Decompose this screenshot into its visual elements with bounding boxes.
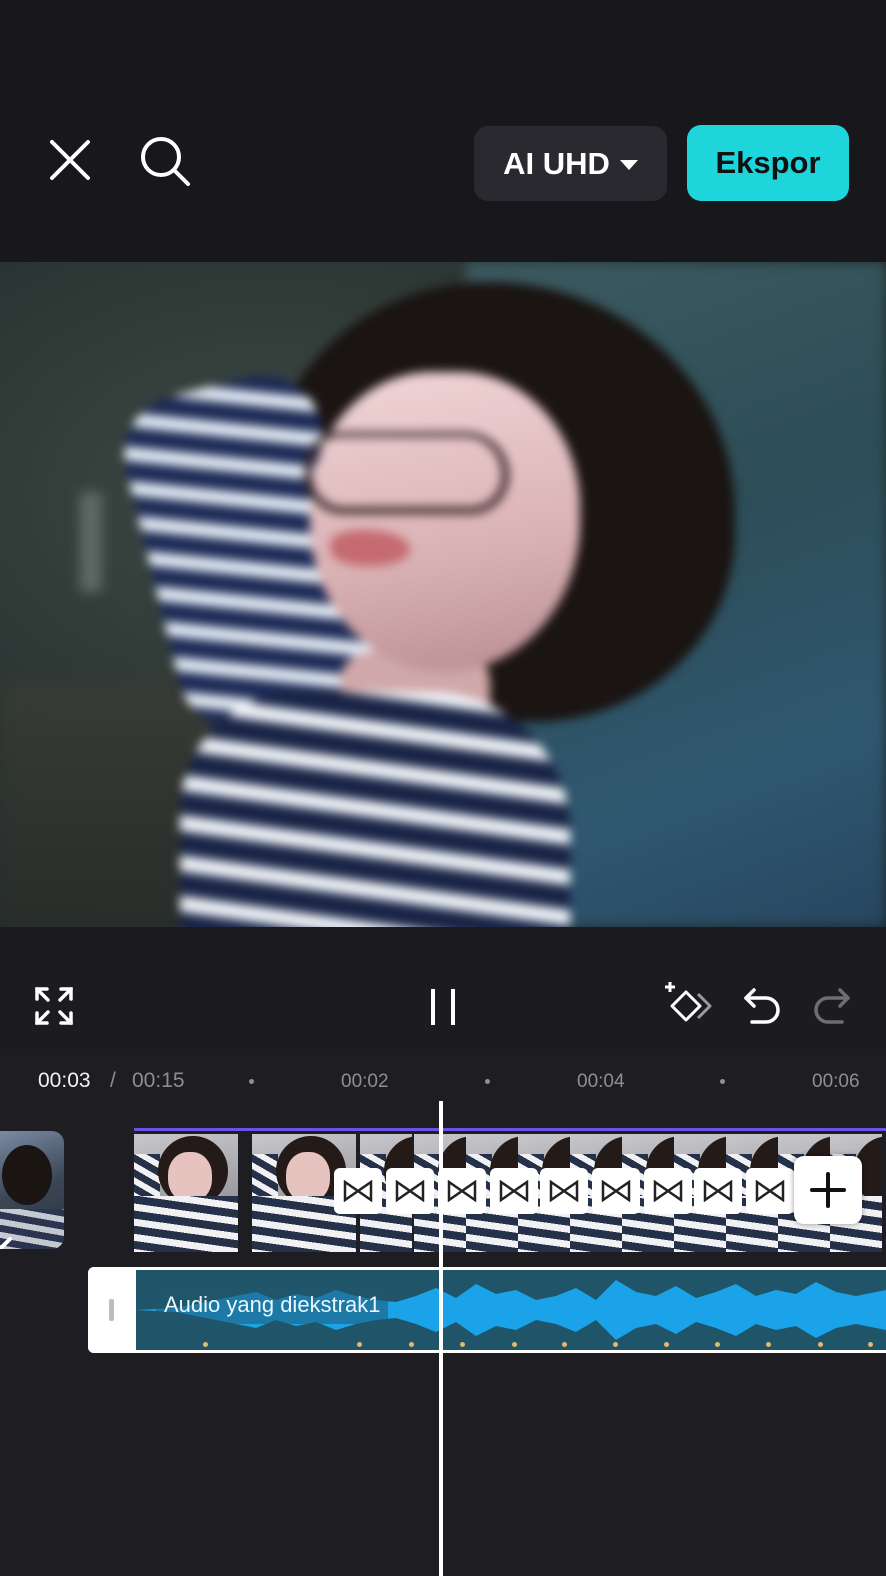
chevron-down-icon (619, 159, 638, 170)
beat-marker (664, 1342, 669, 1347)
pause-button[interactable] (418, 982, 468, 1032)
clip-frame (134, 1134, 238, 1252)
beat-marker (818, 1342, 823, 1347)
transition-icon (395, 1180, 425, 1202)
transition-button[interactable] (694, 1168, 742, 1214)
keyframe-icon (665, 982, 712, 1022)
audio-label: Audio yang diekstrak1 (156, 1286, 389, 1324)
transition-button[interactable] (438, 1168, 486, 1214)
beat-marker (512, 1342, 517, 1347)
transition-icon (703, 1180, 733, 1202)
playhead[interactable] (439, 1101, 443, 1576)
undo-icon (744, 988, 780, 1024)
preview-subject (0, 262, 886, 927)
ruler-dot (485, 1079, 490, 1084)
export-label: Ekspor (715, 145, 821, 180)
beat-marker (868, 1342, 873, 1347)
time-separator: / (110, 1069, 116, 1092)
beat-marker (409, 1342, 414, 1347)
top-bar: AI UHD Ekspor (0, 0, 886, 262)
transition-icon (549, 1180, 579, 1202)
pause-icon (431, 989, 455, 1025)
transition-icon (447, 1180, 477, 1202)
transition-button[interactable] (490, 1168, 538, 1214)
beat-marker (613, 1342, 618, 1347)
ruler-tick: 00:04 (577, 1071, 625, 1092)
ruler-dot (249, 1079, 254, 1084)
cover-thumbnail[interactable]: mpul (0, 1131, 64, 1249)
transition-button[interactable] (334, 1168, 382, 1214)
transition-icon (653, 1180, 683, 1202)
transition-button[interactable] (540, 1168, 588, 1214)
video-preview[interactable] (0, 262, 886, 927)
transition-icon (601, 1180, 631, 1202)
search-icon (141, 137, 190, 186)
close-button[interactable] (40, 130, 100, 190)
plus-icon (810, 1172, 846, 1208)
beat-marker (766, 1342, 771, 1347)
fullscreen-button[interactable] (30, 982, 78, 1030)
current-time: 00:03 (38, 1069, 91, 1092)
add-clip-button[interactable] (794, 1156, 862, 1224)
search-button[interactable] (132, 128, 198, 194)
export-button[interactable]: Ekspor (687, 125, 849, 201)
transition-icon (755, 1180, 785, 1202)
beat-marker (715, 1342, 720, 1347)
quality-dropdown[interactable]: AI UHD (474, 126, 667, 201)
ruler-tick: 00:06 (812, 1071, 860, 1092)
audio-track[interactable]: Audio yang diekstrak1 (88, 1267, 886, 1353)
keyframe-button[interactable] (660, 978, 716, 1034)
transition-icon (499, 1180, 529, 1202)
close-icon (50, 140, 90, 180)
beat-marker (460, 1342, 465, 1347)
ruler-tick: 00:02 (341, 1071, 389, 1092)
redo-button[interactable] (808, 982, 856, 1030)
transition-button[interactable] (746, 1168, 794, 1214)
beat-marker (562, 1342, 567, 1347)
beat-marker (357, 1342, 362, 1347)
beat-marker (203, 1342, 208, 1347)
audio-trim-handle[interactable] (88, 1267, 136, 1353)
playback-controls (0, 927, 886, 1055)
audio-clip[interactable]: Audio yang diekstrak1 (136, 1270, 886, 1350)
transition-button[interactable] (386, 1168, 434, 1214)
pencil-icon (0, 1237, 12, 1249)
undo-button[interactable] (738, 982, 786, 1030)
transition-button[interactable] (592, 1168, 640, 1214)
fullscreen-icon (35, 987, 73, 1025)
quality-label: AI UHD (503, 145, 610, 181)
ruler-dot (720, 1079, 725, 1084)
total-time: 00:15 (132, 1069, 185, 1092)
transition-button[interactable] (644, 1168, 692, 1214)
redo-icon (814, 988, 850, 1024)
transition-icon (343, 1180, 373, 1202)
